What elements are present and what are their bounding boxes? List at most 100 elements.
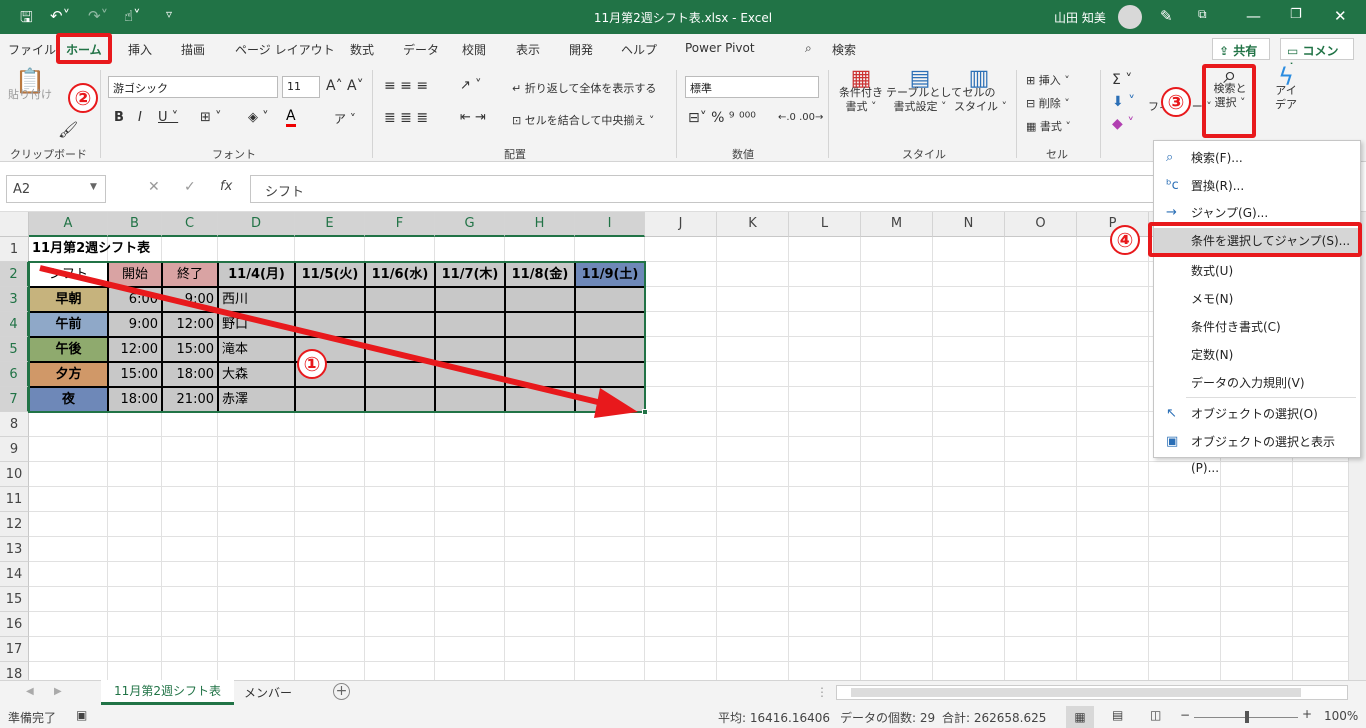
close-icon[interactable]: ✕: [1334, 7, 1347, 25]
menu-item-4[interactable]: 数式(U): [1154, 258, 1360, 284]
align-top-icon[interactable]: ≡ ≡ ≡: [384, 78, 428, 94]
search-icon[interactable]: ⌕: [805, 41, 812, 56]
column-header-m[interactable]: M: [861, 212, 933, 237]
format-as-table-button[interactable]: ▤ テーブルとして 書式設定 ˅: [886, 68, 962, 114]
tab-developer[interactable]: 開発: [569, 41, 593, 58]
border-icon[interactable]: ⊞ ˅: [200, 110, 222, 125]
italic-button[interactable]: I: [138, 110, 142, 125]
column-header-n[interactable]: N: [933, 212, 1005, 237]
enter-icon[interactable]: ✓: [184, 179, 196, 195]
column-header-e[interactable]: E: [295, 212, 365, 237]
fill-handle[interactable]: [642, 409, 648, 415]
zoom-slider-thumb[interactable]: [1245, 711, 1249, 723]
column-header-o[interactable]: O: [1005, 212, 1077, 237]
indent-icon[interactable]: ⇤ ⇥: [460, 110, 486, 125]
menu-item-7[interactable]: 定数(N): [1154, 342, 1360, 368]
tab-view[interactable]: 表示: [516, 41, 540, 58]
column-header-i[interactable]: I: [575, 212, 645, 237]
row-header-12[interactable]: 12: [0, 512, 29, 537]
conditional-format-button[interactable]: ▦ 条件付き 書式 ˅: [836, 68, 886, 114]
sheet-tab-members[interactable]: メンバー: [240, 684, 296, 701]
row-header-5[interactable]: 5: [0, 337, 29, 362]
menu-item-0[interactable]: ⌕ 検索(F)...: [1154, 145, 1360, 171]
cancel-icon[interactable]: ✕: [148, 179, 160, 195]
grow-font-icon[interactable]: A˄ A˅: [326, 78, 364, 94]
share-button[interactable]: ⇪ 共有: [1212, 38, 1270, 60]
page-break-view-icon[interactable]: ◫: [1150, 708, 1161, 722]
row-header-3[interactable]: 3: [0, 287, 29, 312]
tab-help[interactable]: ヘルプ: [621, 41, 657, 58]
sheet-tab-active[interactable]: 11月第2週シフト表: [101, 680, 234, 705]
font-size-combo[interactable]: 11: [282, 76, 320, 98]
column-header-g[interactable]: G: [435, 212, 505, 237]
comment-button[interactable]: ▭ コメント: [1280, 38, 1354, 75]
row-header-8[interactable]: 8: [0, 412, 29, 437]
insert-cells-button[interactable]: ⊞ 挿入 ˅: [1026, 72, 1070, 88]
menu-item-10[interactable]: ▣ オブジェクトの選択と表示(P)...: [1154, 429, 1360, 475]
column-header-d[interactable]: D: [218, 212, 295, 237]
tab-file[interactable]: ファイル: [8, 41, 56, 58]
insert-function-icon[interactable]: fx: [220, 179, 232, 194]
number-format-icons[interactable]: ⊟˅ % ⁹ ⁰⁰⁰: [688, 110, 756, 126]
column-header-f[interactable]: F: [365, 212, 435, 237]
row-header-1[interactable]: 1: [0, 237, 29, 262]
zoom-level[interactable]: 100%: [1324, 709, 1358, 723]
row-header-7[interactable]: 7: [0, 387, 29, 412]
column-header-l[interactable]: L: [789, 212, 861, 237]
menu-item-8[interactable]: データの入力規則(V): [1154, 370, 1360, 396]
menu-item-1[interactable]: ᵇc 置換(R)...: [1154, 173, 1360, 199]
row-header-14[interactable]: 14: [0, 562, 29, 587]
tab-insert[interactable]: 挿入: [128, 41, 152, 58]
decimal-icons[interactable]: ←.0 .00→: [778, 112, 823, 123]
tab-data[interactable]: データ: [403, 41, 439, 58]
row-header-16[interactable]: 16: [0, 612, 29, 637]
tab-formulas[interactable]: 数式: [350, 41, 374, 58]
row-header-11[interactable]: 11: [0, 487, 29, 512]
normal-view-icon[interactable]: ▦: [1066, 706, 1094, 728]
prev-sheet-icon[interactable]: ◀: [26, 686, 34, 697]
tab-split-icon[interactable]: ⋮: [816, 685, 828, 699]
namebox-dropdown-icon[interactable]: ▼: [90, 182, 97, 192]
row-header-6[interactable]: 6: [0, 362, 29, 387]
sheet-title-cell[interactable]: 11月第2週シフト表: [29, 237, 150, 262]
menu-item-9[interactable]: ↖ オブジェクトの選択(O): [1154, 401, 1360, 427]
pen-icon[interactable]: ✎: [1160, 7, 1173, 25]
ideas-button[interactable]: ϟ アイ デア: [1264, 65, 1308, 112]
delete-cells-button[interactable]: ⊟ 削除 ˅: [1026, 95, 1070, 111]
add-sheet-icon[interactable]: +: [333, 683, 350, 700]
column-header-h[interactable]: H: [505, 212, 575, 237]
tab-search[interactable]: 検索: [832, 41, 856, 58]
row-header-10[interactable]: 10: [0, 462, 29, 487]
row-header-13[interactable]: 13: [0, 537, 29, 562]
column-header-k[interactable]: K: [717, 212, 789, 237]
tab-page-layout[interactable]: ページ レイアウト: [235, 41, 335, 58]
avatar[interactable]: [1118, 5, 1142, 29]
ribbon-display-icon[interactable]: ⧉: [1198, 7, 1207, 22]
tab-review[interactable]: 校閲: [462, 41, 486, 58]
scrollbar-thumb[interactable]: [851, 688, 1301, 697]
font-color-icon[interactable]: A: [286, 108, 296, 127]
column-header-b[interactable]: B: [108, 212, 162, 237]
macro-record-icon[interactable]: ▣: [76, 708, 87, 722]
format-painter-icon[interactable]: 🖌: [58, 120, 78, 139]
paste-button[interactable]: 📋 貼り付け: [8, 69, 52, 102]
row-header-2[interactable]: 2: [0, 262, 29, 287]
select-all-corner[interactable]: [0, 212, 29, 237]
column-header-c[interactable]: C: [162, 212, 218, 237]
merge-center-button[interactable]: ⊡ セルを結合して中央揃え ˅: [512, 112, 654, 128]
fill-color-icon[interactable]: ◈ ˅: [248, 110, 269, 125]
fill-icon[interactable]: ⬇ ˅: [1112, 94, 1135, 110]
menu-item-5[interactable]: メモ(N): [1154, 286, 1360, 312]
font-name-combo[interactable]: 游ゴシック: [108, 76, 278, 98]
row-header-17[interactable]: 17: [0, 637, 29, 662]
menu-item-6[interactable]: 条件付き書式(C): [1154, 314, 1360, 340]
user-name[interactable]: 山田 知美: [1054, 9, 1106, 26]
autosum-icon[interactable]: Σ ˅: [1112, 72, 1132, 88]
column-header-j[interactable]: J: [645, 212, 717, 237]
row-header-4[interactable]: 4: [0, 312, 29, 337]
wrap-text-button[interactable]: ↵ 折り返して全体を表示する: [512, 80, 656, 96]
align-left-icon[interactable]: ≣ ≣ ≣: [384, 110, 428, 126]
zoom-in-icon[interactable]: +: [1302, 707, 1312, 721]
clear-icon[interactable]: ◆ ˅: [1112, 116, 1134, 132]
restore-icon[interactable]: ❐: [1290, 7, 1302, 22]
